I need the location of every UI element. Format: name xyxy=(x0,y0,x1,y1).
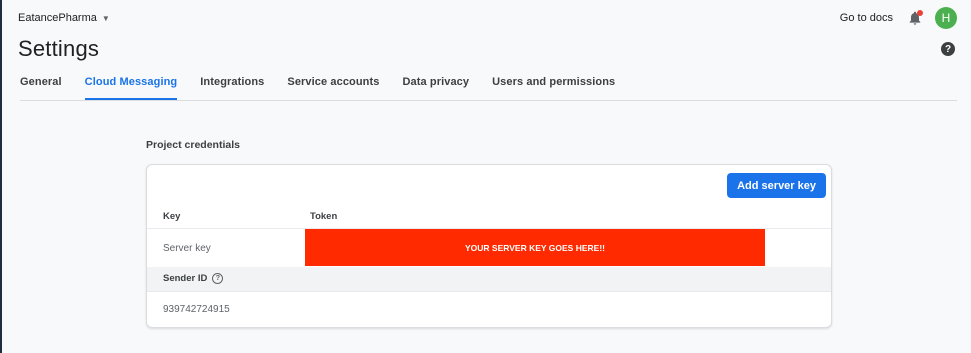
sender-id-divider xyxy=(147,291,831,292)
server-key-token[interactable]: YOUR SERVER KEY GOES HERE!! xyxy=(305,229,765,266)
help-icon[interactable]: ? xyxy=(941,42,955,56)
go-to-docs-link[interactable]: Go to docs xyxy=(840,12,893,24)
project-name: EatancePharma xyxy=(18,12,97,24)
help-circle-icon[interactable]: ? xyxy=(212,273,224,284)
sender-id-header-row xyxy=(147,267,831,291)
credentials-card: Add server key Key Token Server key YOUR… xyxy=(146,164,832,328)
tab-users-and-permissions[interactable]: Users and permissions xyxy=(492,76,615,100)
notification-dot xyxy=(917,10,923,16)
window-left-edge xyxy=(0,0,2,353)
sender-id-label: Sender ID xyxy=(163,273,208,284)
add-server-key-button[interactable]: Add server key xyxy=(727,173,826,198)
sender-id-value[interactable]: 939742724915 xyxy=(163,304,230,315)
sender-id-header: Sender ID ? xyxy=(163,273,224,284)
project-credentials-heading: Project credentials xyxy=(146,139,240,151)
notifications-bell-icon[interactable] xyxy=(907,10,923,26)
user-avatar[interactable]: H xyxy=(935,7,957,29)
tab-integrations[interactable]: Integrations xyxy=(200,76,264,100)
tabs-divider xyxy=(20,100,957,101)
column-header-token: Token xyxy=(310,211,338,222)
tab-service-accounts[interactable]: Service accounts xyxy=(287,76,379,100)
server-key-label: Server key xyxy=(163,243,211,254)
tab-cloud-messaging[interactable]: Cloud Messaging xyxy=(84,76,178,100)
tab-data-privacy[interactable]: Data privacy xyxy=(402,76,469,100)
tab-general[interactable]: General xyxy=(20,76,62,100)
page-title: Settings xyxy=(18,36,100,61)
settings-tabs: General Cloud Messaging Integrations Ser… xyxy=(20,76,638,100)
project-selector[interactable]: EatancePharma ▼ xyxy=(18,12,110,24)
caret-down-icon: ▼ xyxy=(101,13,110,23)
top-bar: EatancePharma ▼ Go to docs H xyxy=(18,6,957,30)
column-header-key: Key xyxy=(163,211,181,222)
